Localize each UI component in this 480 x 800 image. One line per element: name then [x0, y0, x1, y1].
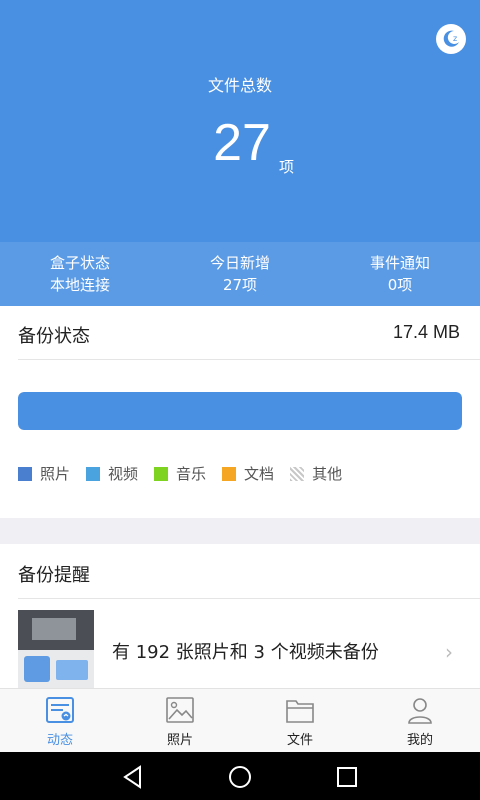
backup-progress-bar: [18, 392, 462, 430]
divider: [18, 598, 480, 599]
music-swatch: [154, 466, 169, 481]
tab-files[interactable]: 文件: [240, 689, 360, 752]
tab-label: 我的: [406, 733, 433, 748]
svg-text:z: z: [453, 34, 457, 43]
tab-label: 动态: [46, 733, 73, 748]
reminder-thumbnail: [18, 610, 94, 688]
photo-icon: [166, 697, 194, 723]
stat-value: 0项: [387, 276, 413, 294]
stat-today-new[interactable]: 今日新增 27项: [160, 242, 320, 306]
legend-item-docs: 文档: [222, 463, 274, 484]
stat-label: 盒子状态: [49, 254, 110, 272]
legend-item-videos: 视频: [86, 463, 138, 484]
reminder-message: 有 192 张照片和 3 个视频未备份: [112, 642, 379, 663]
backup-reminder-item[interactable]: 有 192 张照片和 3 个视频未备份 ›: [0, 610, 480, 690]
backup-size: 17.4 MB: [392, 322, 460, 342]
stat-event-notice[interactable]: 事件通知 0项: [320, 242, 480, 306]
other-swatch: [290, 466, 305, 481]
backup-status-title: 备份状态: [18, 326, 90, 347]
bottom-tab-bar: 动态 照片 文件 我的: [0, 688, 480, 752]
document-swatch: [222, 466, 237, 481]
legend-label: 其他: [312, 465, 343, 483]
tab-label: 照片: [166, 733, 193, 748]
legend-item-photos: 照片: [18, 463, 70, 484]
backup-reminder-title: 备份提醒: [18, 565, 90, 586]
stat-box-status[interactable]: 盒子状态 本地连接: [0, 242, 160, 306]
home-icon[interactable]: [227, 764, 253, 790]
tab-activity[interactable]: 动态: [0, 689, 120, 752]
stat-label: 事件通知: [369, 254, 430, 272]
legend-label: 音乐: [176, 465, 207, 483]
legend-item-music: 音乐: [154, 463, 206, 484]
stat-label: 今日新增: [209, 254, 270, 272]
legend-label: 文档: [244, 465, 275, 483]
chevron-right-icon: ›: [445, 640, 453, 664]
folder-icon: [286, 700, 314, 723]
legend-label: 视频: [108, 465, 139, 483]
backup-progress-fill: [18, 392, 462, 430]
moon-sleep-icon: z: [443, 30, 459, 47]
tab-label: 文件: [286, 733, 313, 748]
tab-photos[interactable]: 照片: [120, 689, 240, 752]
hero-panel: z 文件总数 27 项: [0, 0, 480, 242]
legend-item-other: 其他: [290, 463, 342, 484]
total-files-count: 27: [213, 114, 271, 172]
recent-apps-icon[interactable]: [334, 764, 360, 790]
tab-me[interactable]: 我的: [360, 689, 480, 752]
divider: [18, 359, 480, 360]
sleep-mode-button[interactable]: z: [436, 24, 466, 54]
total-files-unit: 项: [279, 158, 295, 176]
photo-swatch: [18, 466, 32, 481]
stats-row: 盒子状态 本地连接 今日新增 27项 事件通知 0项: [0, 242, 480, 306]
stat-value: 27项: [222, 276, 258, 294]
total-files-title: 文件总数: [207, 76, 272, 95]
activity-icon: [46, 697, 74, 723]
system-nav-bar: [0, 752, 480, 800]
legend-label: 照片: [40, 465, 71, 483]
back-icon[interactable]: [120, 764, 146, 790]
user-icon: [408, 698, 432, 724]
backup-legend: 照片 视频 音乐 文档 其他: [18, 463, 358, 484]
video-swatch: [86, 466, 101, 481]
stat-value: 本地连接: [49, 276, 110, 294]
section-separator: [0, 518, 480, 544]
